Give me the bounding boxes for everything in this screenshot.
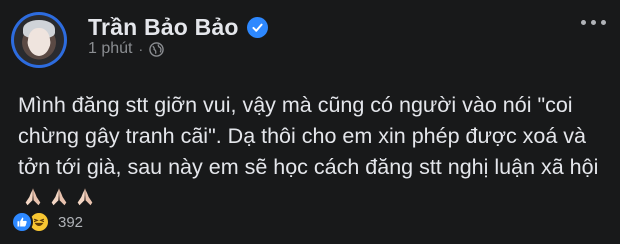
like-icon bbox=[11, 211, 33, 233]
reaction-count: 392 bbox=[58, 213, 84, 231]
verified-icon bbox=[246, 17, 268, 38]
meta-separator: · bbox=[138, 41, 144, 57]
post-time[interactable]: 1 phút bbox=[88, 40, 132, 58]
author-name[interactable]: Trần Bảo Bảo bbox=[88, 14, 239, 41]
emoji-group bbox=[22, 186, 96, 208]
avatar-image bbox=[14, 15, 64, 65]
avatar-face bbox=[28, 28, 50, 56]
post-text: Mình đăng stt giỡn vui, vậy mà cũng có n… bbox=[18, 93, 599, 179]
reactions-summary[interactable]: 392 bbox=[11, 211, 83, 233]
pray-icon bbox=[51, 188, 67, 206]
more-options-icon[interactable] bbox=[581, 20, 606, 25]
globe-icon bbox=[149, 41, 164, 57]
pray-icon bbox=[77, 188, 93, 206]
pray-icon bbox=[25, 188, 41, 206]
post-meta: 1 phút · bbox=[88, 40, 164, 58]
facebook-post: Trần Bảo Bảo 1 phút · Mình đăng stt giỡn… bbox=[0, 0, 620, 244]
avatar[interactable] bbox=[11, 12, 67, 68]
author-row: Trần Bảo Bảo bbox=[88, 14, 268, 41]
post-body: Mình đăng stt giỡn vui, vậy mà cũng có n… bbox=[18, 90, 613, 214]
